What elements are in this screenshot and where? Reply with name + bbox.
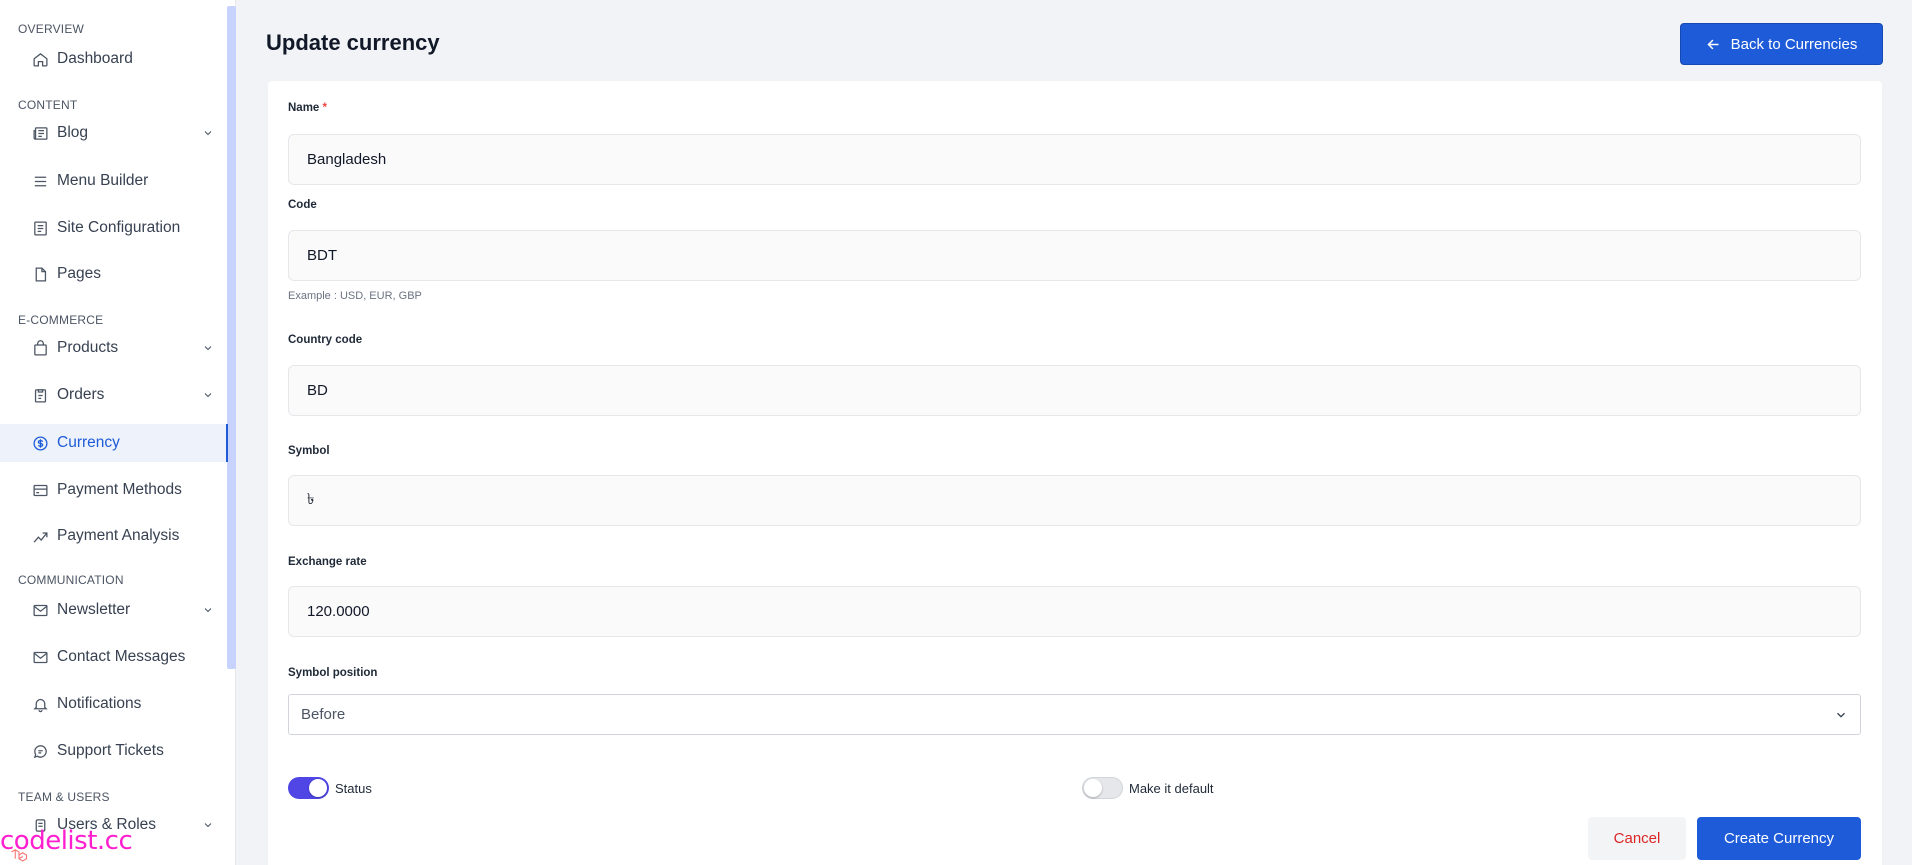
page-title: Update currency bbox=[266, 30, 440, 55]
menu-icon bbox=[32, 173, 49, 190]
make-default-label: Make it default bbox=[1129, 781, 1214, 796]
section-content: CONTENT bbox=[18, 98, 78, 112]
sidebar-item-blog[interactable]: Blog bbox=[0, 114, 228, 152]
mail-icon bbox=[32, 602, 49, 619]
shopping-bag-icon bbox=[32, 339, 49, 357]
form-card bbox=[268, 81, 1882, 865]
country-code-field[interactable] bbox=[288, 365, 1861, 416]
envelope-icon bbox=[32, 649, 49, 666]
code-label: Code bbox=[288, 199, 317, 211]
sidebar-item-payment-methods[interactable]: Payment Methods bbox=[0, 471, 228, 509]
name-field[interactable] bbox=[288, 134, 1861, 185]
exchange-rate-label: Exchange rate bbox=[288, 556, 367, 568]
status-toggle[interactable] bbox=[288, 777, 329, 799]
toggle-knob bbox=[1084, 779, 1102, 797]
chevron-down-icon bbox=[202, 604, 214, 616]
sidebar-item-label: Support Tickets bbox=[57, 742, 164, 759]
chevron-down-icon bbox=[202, 819, 214, 831]
country-code-label: Country code bbox=[288, 334, 363, 346]
sidebar-item-payment-analysis[interactable]: Payment Analysis bbox=[0, 517, 228, 555]
code-field[interactable] bbox=[288, 230, 1861, 281]
sidebar-item-label: Contact Messages bbox=[57, 648, 186, 665]
sidebar-item-label: Blog bbox=[57, 124, 89, 141]
symbol-label: Symbol bbox=[288, 445, 330, 457]
bell-icon bbox=[32, 696, 49, 713]
newspaper-icon bbox=[32, 125, 49, 142]
chevron-down-icon bbox=[202, 127, 214, 139]
sidebar-item-products[interactable]: Products bbox=[0, 329, 228, 367]
exchange-rate-field[interactable] bbox=[288, 586, 1861, 637]
sidebar-item-label: Currency bbox=[57, 434, 120, 451]
code-help-text: Example : USD, EUR, GBP bbox=[288, 290, 422, 302]
sidebar-item-label: Orders bbox=[57, 386, 105, 403]
sidebar: OVERVIEW Dashboard CONTENT Blog Menu Bui… bbox=[0, 0, 236, 865]
sidebar-item-label: Notifications bbox=[57, 695, 142, 712]
sidebar-item-currency[interactable]: Currency bbox=[0, 424, 228, 462]
sidebar-item-site-configuration[interactable]: Site Configuration bbox=[0, 209, 228, 247]
sidebar-item-label: Products bbox=[57, 339, 119, 356]
sidebar-item-contact-messages[interactable]: Contact Messages bbox=[0, 638, 228, 676]
sidebar-scrollbar[interactable] bbox=[227, 6, 236, 669]
back-to-currencies-button[interactable]: Back to Currencies bbox=[1680, 23, 1883, 65]
symbol-position-select[interactable]: Before bbox=[288, 694, 1861, 735]
sidebar-item-label: Payment Methods bbox=[57, 481, 182, 498]
chat-bubble-icon bbox=[32, 743, 49, 760]
trend-icon bbox=[32, 528, 49, 545]
sidebar-item-support-tickets[interactable]: Support Tickets bbox=[0, 732, 228, 770]
section-ecommerce: E-COMMERCE bbox=[18, 313, 104, 327]
sidebar-item-label: Dashboard bbox=[57, 50, 133, 67]
sidebar-item-pages[interactable]: Pages bbox=[0, 255, 228, 293]
create-currency-button[interactable]: Create Currency bbox=[1697, 817, 1861, 860]
section-team-users: TEAM & USERS bbox=[18, 790, 110, 804]
symbol-position-value: Before bbox=[301, 706, 346, 723]
currency-exchange-icon bbox=[32, 435, 49, 452]
sidebar-item-notifications[interactable]: Notifications bbox=[0, 685, 228, 723]
home-icon bbox=[32, 51, 49, 68]
chevron-down-icon bbox=[202, 342, 214, 354]
arrow-left-icon bbox=[1706, 37, 1721, 52]
sidebar-item-label: Menu Builder bbox=[57, 172, 149, 189]
chevron-down-icon bbox=[1834, 708, 1848, 722]
chevron-down-icon bbox=[202, 389, 214, 401]
file-icon bbox=[32, 266, 49, 283]
sidebar-item-label: Newsletter bbox=[57, 601, 131, 618]
document-list-icon bbox=[32, 220, 49, 237]
sidebar-item-label: Pages bbox=[57, 265, 101, 282]
sidebar-item-label: Payment Analysis bbox=[57, 527, 180, 544]
section-overview: OVERVIEW bbox=[18, 22, 85, 36]
name-label: Name * bbox=[288, 102, 328, 114]
credit-card-icon bbox=[32, 482, 49, 499]
sidebar-item-dashboard[interactable]: Dashboard bbox=[0, 40, 228, 78]
sidebar-item-orders[interactable]: Orders bbox=[0, 376, 228, 414]
status-label: Status bbox=[335, 781, 372, 796]
section-communication: COMMUNICATION bbox=[18, 573, 124, 587]
make-default-toggle[interactable] bbox=[1082, 777, 1123, 799]
sidebar-item-label: Site Configuration bbox=[57, 219, 181, 236]
cancel-button[interactable]: Cancel bbox=[1588, 817, 1686, 860]
back-button-label: Back to Currencies bbox=[1730, 35, 1858, 53]
symbol-field[interactable] bbox=[288, 475, 1861, 526]
toggle-knob bbox=[309, 779, 327, 797]
symbol-position-label: Symbol position bbox=[288, 667, 378, 679]
laravel-icon bbox=[10, 849, 28, 863]
sidebar-item-menu-builder[interactable]: Menu Builder bbox=[0, 162, 228, 200]
sidebar-item-newsletter[interactable]: Newsletter bbox=[0, 591, 228, 629]
required-marker: * bbox=[322, 102, 328, 114]
clipboard-icon bbox=[32, 387, 49, 404]
